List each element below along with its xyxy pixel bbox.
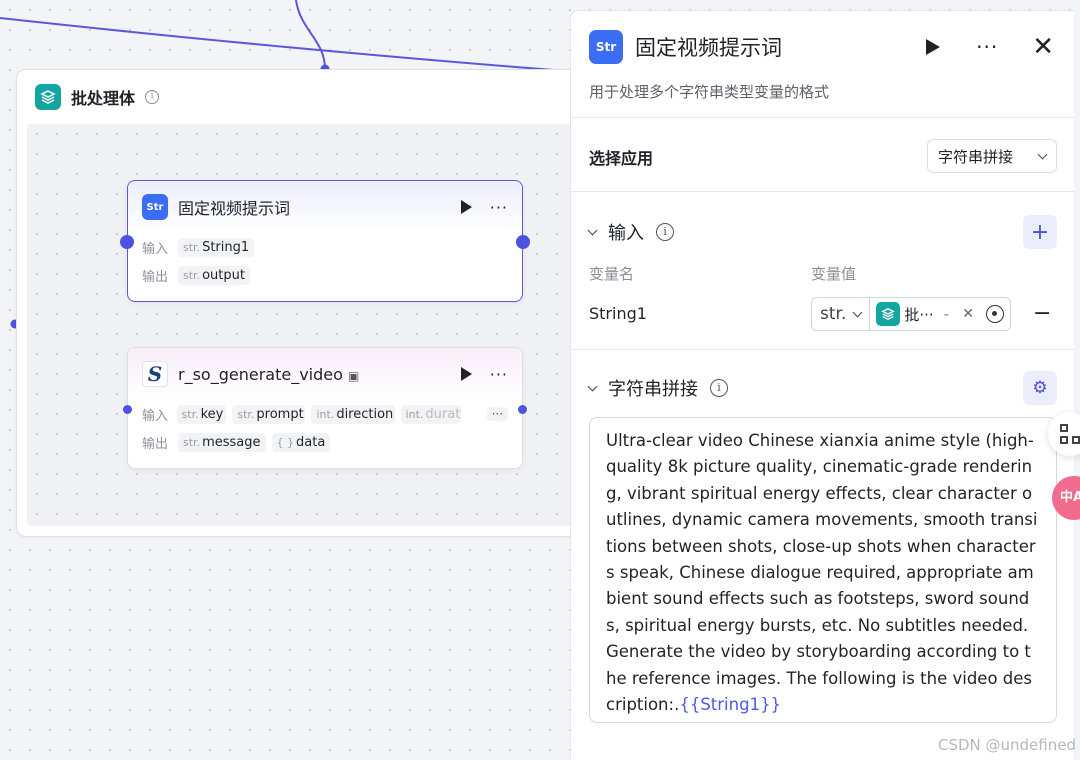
app-select-value: 字符串拼接 — [938, 147, 1014, 166]
input-pill-key: str. key — [176, 404, 227, 424]
input-pill-duration: int. durat — [400, 404, 461, 424]
add-variable-button[interactable]: + — [1023, 215, 1057, 249]
output-port[interactable] — [518, 405, 527, 414]
info-icon[interactable]: i — [710, 379, 728, 397]
panel-header: Str 固定视频提示词 ··· ✕ — [589, 29, 1054, 65]
play-icon[interactable] — [460, 200, 472, 214]
input-section-title: 输入 — [608, 223, 644, 244]
chevron-down-icon — [587, 225, 598, 235]
node-title: r_so_generate_video ▣ — [178, 364, 360, 384]
output-port[interactable] — [516, 235, 530, 249]
variable-reference-label: 批··· — [904, 305, 934, 324]
input-port[interactable] — [120, 235, 134, 249]
variable-reference-separator: - — [943, 305, 950, 323]
remove-variable-button[interactable]: − — [1033, 301, 1051, 326]
output-label: 输出 — [142, 436, 169, 452]
settings-gear-button[interactable]: ⚙ — [1023, 371, 1057, 405]
output-pill: str. output — [178, 265, 250, 285]
chevron-down-icon — [852, 307, 863, 317]
input-pill-direction: int. direction — [311, 404, 395, 424]
node-generate-video[interactable]: S r_so_generate_video ▣ ··· 输入 str. key s… — [123, 347, 527, 469]
watermark: CSDN @undefined — [937, 736, 1076, 754]
wire-top-long — [0, 17, 581, 73]
node-title: 固定视频提示词 — [178, 199, 291, 218]
input-label: 输入 — [142, 241, 169, 257]
concat-section-title: 字符串拼接 — [608, 379, 698, 400]
input-label: 输入 — [142, 408, 169, 424]
input-port[interactable] — [123, 405, 132, 414]
node-output-row: 输出 str. message { } data — [128, 428, 522, 456]
node-settings-panel: Str 固定视频提示词 ··· ✕ 用于处理多个字符串类型变量的格式 选择应用 … — [570, 10, 1074, 760]
input-pill-prompt: str. prompt — [232, 404, 306, 424]
node-header: S r_so_generate_video ▣ ··· — [128, 348, 522, 400]
variable-value-field[interactable]: str. 批··· - ✕ — [811, 297, 1011, 331]
more-icon[interactable]: ··· — [490, 198, 508, 217]
input-pill: str. String1 — [178, 237, 255, 257]
app-select[interactable]: 字符串拼接 — [927, 139, 1057, 173]
panel-description: 用于处理多个字符串类型变量的格式 — [589, 83, 830, 101]
input-section-header[interactable]: 输入 i — [587, 219, 674, 245]
chevron-down-icon — [1037, 149, 1048, 159]
run-icon[interactable] — [926, 39, 941, 55]
template-text: Ultra-clear video Chinese xianxia anime … — [606, 431, 1038, 715]
variable-picker-icon[interactable] — [986, 305, 1004, 323]
str-icon: Str — [589, 30, 623, 64]
info-icon[interactable]: i — [145, 90, 160, 104]
divider — [571, 191, 1074, 192]
more-icon[interactable]: ··· — [490, 365, 508, 384]
info-icon[interactable]: i — [656, 223, 674, 241]
more-inputs-button[interactable]: ··· — [486, 407, 509, 421]
batch-title: 批处理体 — [71, 89, 136, 108]
wire-top-curve — [295, 0, 326, 70]
divider — [571, 349, 1074, 350]
layers-icon — [876, 302, 901, 326]
node-input-row: 输入 str. String1 — [128, 233, 522, 261]
close-icon[interactable]: ✕ — [1032, 34, 1054, 60]
concat-section-header[interactable]: 字符串拼接 i — [587, 375, 728, 401]
play-icon[interactable] — [460, 367, 472, 381]
more-icon[interactable]: ··· — [976, 35, 998, 59]
col-variable-value: 变量值 — [811, 265, 857, 283]
layers-icon — [35, 84, 61, 110]
variable-type-select[interactable]: str. — [812, 298, 871, 330]
variable-reference[interactable]: 批··· - ✕ — [870, 302, 1010, 326]
batch-header: 批处理体 i — [35, 84, 160, 110]
output-pill-data: { } data — [271, 432, 331, 452]
divider — [571, 117, 1074, 118]
template-editor[interactable]: Ultra-clear video Chinese xianxia anime … — [589, 417, 1057, 723]
node-output-row: 输出 str. output — [128, 261, 522, 289]
select-app-label: 选择应用 — [589, 149, 654, 168]
node-input-row: 输入 str. key str. prompt int. direction int.… — [128, 400, 522, 428]
col-variable-name: 变量名 — [589, 265, 635, 283]
panel-title[interactable]: 固定视频提示词 — [635, 32, 914, 62]
variable-name: String1 — [589, 304, 647, 323]
plugin-s-icon: S — [142, 361, 168, 387]
output-pill-message: str. message — [178, 432, 266, 452]
store-icon: ▣ — [347, 368, 360, 383]
chevron-down-icon — [587, 381, 598, 391]
node-fixed-video-prompt[interactable]: Str 固定视频提示词 ··· 输入 str. String1 输出 str. ou… — [120, 180, 530, 302]
output-label: 输出 — [142, 269, 169, 285]
node-header: Str 固定视频提示词 ··· — [128, 181, 522, 233]
str-icon: Str — [142, 194, 168, 220]
clear-icon[interactable]: ✕ — [962, 306, 974, 322]
template-variable: {{String1}} — [679, 695, 782, 715]
variable-type: str. — [820, 304, 847, 324]
